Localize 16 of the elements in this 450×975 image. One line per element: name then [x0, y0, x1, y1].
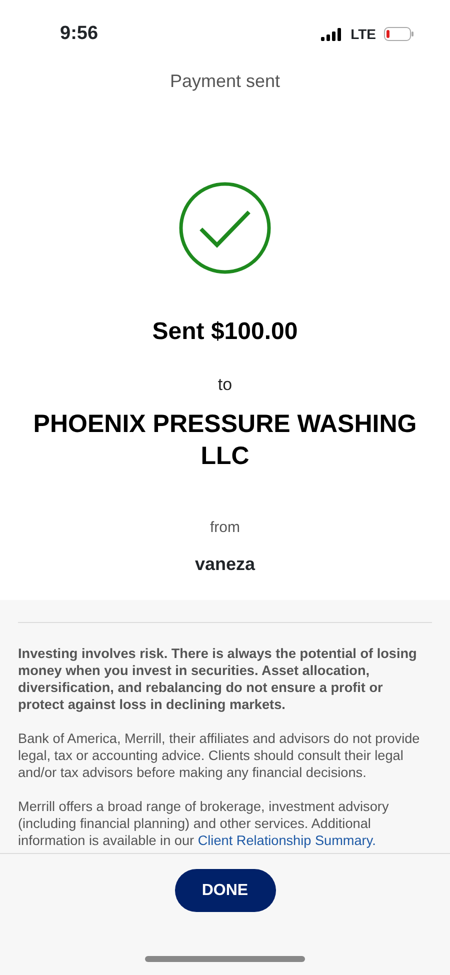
signal-icon	[320, 28, 343, 40]
done-button[interactable]: DONE	[174, 869, 276, 912]
network-label: LTE	[350, 24, 376, 44]
disclaimer-paragraph: Merrill offers a broad range of brokerage, investment advisory (including financial planning) and other services. Additional information is available in our Client Relationship Summary.	[18, 798, 390, 849]
checkmark-icon	[179, 182, 271, 274]
to-label: to	[218, 374, 232, 396]
disclaimer-paragraph: Bank of America, Merrill, their affiliates and advisors do not provide legal, tax or accounting advice. Clients should consult their legal and/or tax advisors before making any financial decisions.	[18, 730, 421, 781]
page-title: Payment sent	[170, 70, 280, 93]
battery-icon	[384, 27, 414, 41]
disclaimer-paragraph: Investing involves risk. There is always the potential of losing money when you invest in securities. Asset allocation, diversification, and rebalancing do not ensure a profit or protect against loss in declining markets.	[18, 645, 418, 713]
relationship-summary-link[interactable]: Client Relationship Summary.	[198, 833, 376, 848]
status-time: 9:56	[60, 22, 98, 46]
amount-text: Sent $100.00	[152, 317, 298, 347]
sender-name: vaneza	[194, 553, 256, 576]
recipient-name: PHOENIX PRESSURE WASHING LLC	[32, 408, 418, 472]
from-label: from	[210, 518, 240, 538]
